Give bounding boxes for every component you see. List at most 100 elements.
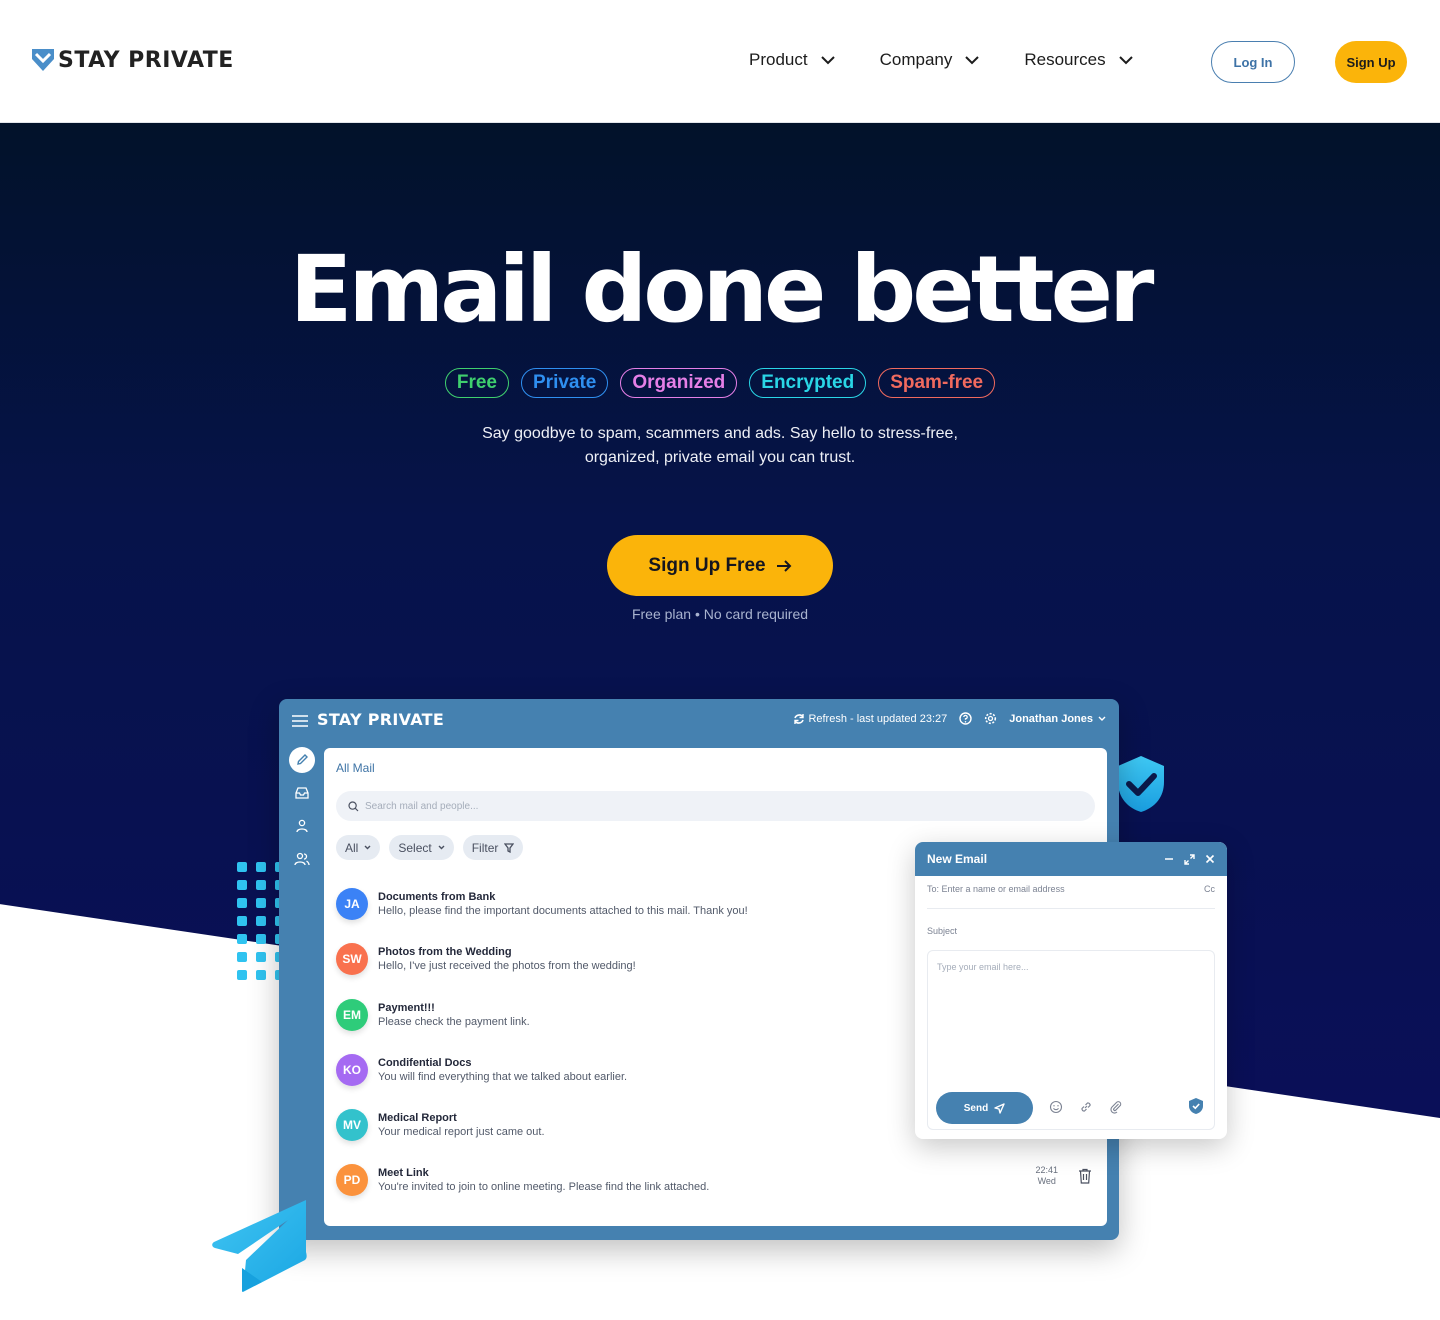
feature-tag-free: Free (444, 368, 509, 398)
refresh-icon (794, 713, 805, 724)
emoji-icon[interactable] (1049, 1100, 1063, 1114)
link-icon[interactable] (1079, 1100, 1093, 1114)
mail-text: Payment!!! Please check the payment link… (378, 999, 530, 1030)
mail-subject: Meet Link (378, 1167, 429, 1180)
to-field[interactable]: To: Enter a name or email address Cc (927, 884, 1215, 909)
main-nav: Product Company Resources (749, 50, 1134, 70)
mail-subject: Condifential Docs (378, 1056, 472, 1069)
mail-preview: Please check the payment link. (378, 1015, 530, 1028)
search-input[interactable]: Search mail and people... (336, 791, 1095, 821)
email-body-input[interactable]: Type your email here... Send (927, 950, 1215, 1130)
mail-preview: You will find everything that we talked … (378, 1070, 628, 1083)
mail-list-item[interactable]: PD Meet Link You're invited to join to o… (336, 1164, 1096, 1219)
decorative-dot-grid (237, 862, 285, 980)
chevron-down-icon (820, 56, 835, 65)
logo-text: STAY PRIVATE (58, 48, 234, 73)
hero-subtitle: Say goodbye to spam, scammers and ads. S… (482, 425, 958, 466)
select-label: Select (398, 840, 432, 855)
nav-resources-label: Resources (1024, 50, 1106, 69)
mail-text: Condifential Docs You will find everythi… (378, 1054, 627, 1085)
refresh-text: Refresh - last updated 23:27 (808, 712, 948, 725)
minimize-icon[interactable] (1164, 854, 1174, 864)
decorative-dot (237, 916, 247, 926)
avatar: KO (336, 1053, 368, 1086)
decorative-dot (256, 934, 266, 944)
mail-text: Photos from the Wedding Hello, I've just… (378, 943, 636, 974)
inbox-icon (295, 787, 309, 799)
logo[interactable]: STAY PRIVATE (32, 48, 234, 73)
login-button[interactable]: Log In (1211, 41, 1295, 83)
avatar: EM (336, 998, 368, 1031)
mail-text: Documents from Bank Hello, please find t… (378, 888, 748, 919)
nav-product-label: Product (749, 50, 808, 69)
nav-company-label: Company (879, 50, 953, 69)
send-label: Send (963, 1102, 989, 1114)
feature-tag-encrypted: Encrypted (749, 368, 867, 398)
app-sidebar (289, 747, 317, 879)
mail-timestamp: 22:41 Wed (1035, 1165, 1058, 1187)
mail-preview: Hello, please find the important documen… (378, 905, 748, 917)
app-header-actions: Refresh - last updated 23:27 Jonathan Jo… (793, 712, 1106, 725)
search-placeholder: Search mail and people... (365, 800, 479, 812)
avatar: JA (336, 888, 368, 920)
paper-plane-decoration-icon (212, 1200, 307, 1292)
filter-all-dropdown[interactable]: All (336, 835, 381, 860)
mail-preview: Hello, I've just received the photos fro… (378, 960, 636, 973)
to-placeholder: To: Enter a name or email address (927, 884, 1065, 894)
compose-button[interactable] (289, 747, 315, 773)
shield-check-icon (1118, 756, 1164, 812)
cta-note: Free plan • No card required (631, 606, 809, 622)
decorative-dot (256, 862, 266, 872)
user-name: Jonathan Jones (1009, 712, 1093, 725)
decorative-dot (237, 898, 247, 908)
mail-subject: Payment!!! (378, 1001, 435, 1014)
compose-window: New Email To: Enter a name or email addr… (915, 842, 1227, 1139)
avatar: PD (336, 1164, 368, 1197)
attachment-icon[interactable] (1109, 1100, 1123, 1114)
arrow-right-icon (776, 559, 792, 572)
decorative-dot (237, 970, 247, 980)
chevron-down-icon (438, 845, 445, 850)
signup-button[interactable]: Sign Up (1335, 41, 1407, 83)
body-placeholder: Type your email here... (937, 962, 1029, 972)
mail-subject: Medical Report (378, 1112, 457, 1125)
mail-text: Meet Link You're invited to join to onli… (378, 1164, 709, 1195)
secure-shield-icon[interactable] (1188, 1097, 1204, 1115)
sidebar-groups[interactable] (289, 846, 315, 872)
nav-company[interactable]: Company (880, 50, 981, 70)
hamburger-menu-icon[interactable] (292, 714, 308, 728)
help-icon[interactable] (959, 712, 972, 725)
cc-button[interactable]: Cc (1204, 884, 1215, 894)
breadcrumb[interactable]: All Mail (336, 761, 375, 775)
select-dropdown[interactable]: Select (389, 835, 454, 860)
chevron-down-icon (364, 845, 371, 850)
pencil-icon (297, 754, 308, 765)
settings-gear-icon[interactable] (984, 712, 997, 725)
nav-product[interactable]: Product (749, 50, 836, 70)
nav-resources[interactable]: Resources (1024, 50, 1133, 70)
signup-free-button[interactable]: Sign Up Free (607, 535, 833, 596)
hero-title: Email done better (289, 236, 1155, 343)
close-icon[interactable] (1205, 854, 1215, 864)
trash-icon[interactable] (1078, 1168, 1092, 1185)
decorative-dot (256, 970, 266, 980)
mail-time: 22:41 (1035, 1165, 1058, 1176)
site-header: STAY PRIVATE Product Company Resources L… (0, 0, 1440, 123)
sidebar-inbox[interactable] (289, 780, 315, 806)
decorative-dot (256, 880, 266, 890)
expand-icon[interactable] (1184, 853, 1195, 865)
subject-field[interactable]: Subject (927, 926, 957, 936)
sidebar-contacts[interactable] (289, 813, 315, 839)
app-title: STAY PRIVATE (317, 710, 445, 729)
user-icon (296, 819, 308, 833)
user-menu[interactable]: Jonathan Jones (1009, 713, 1106, 725)
search-icon (348, 800, 359, 811)
avatar: SW (336, 943, 368, 976)
filter-all-label: All (345, 840, 359, 855)
refresh-button[interactable]: Refresh - last updated 23:27 (793, 713, 947, 725)
mail-preview: You're invited to join to online meeting… (378, 1181, 710, 1194)
send-button[interactable]: Send (936, 1092, 1033, 1124)
decorative-dot (237, 952, 247, 962)
funnel-icon (504, 842, 515, 853)
filter-button[interactable]: Filter (462, 835, 524, 860)
